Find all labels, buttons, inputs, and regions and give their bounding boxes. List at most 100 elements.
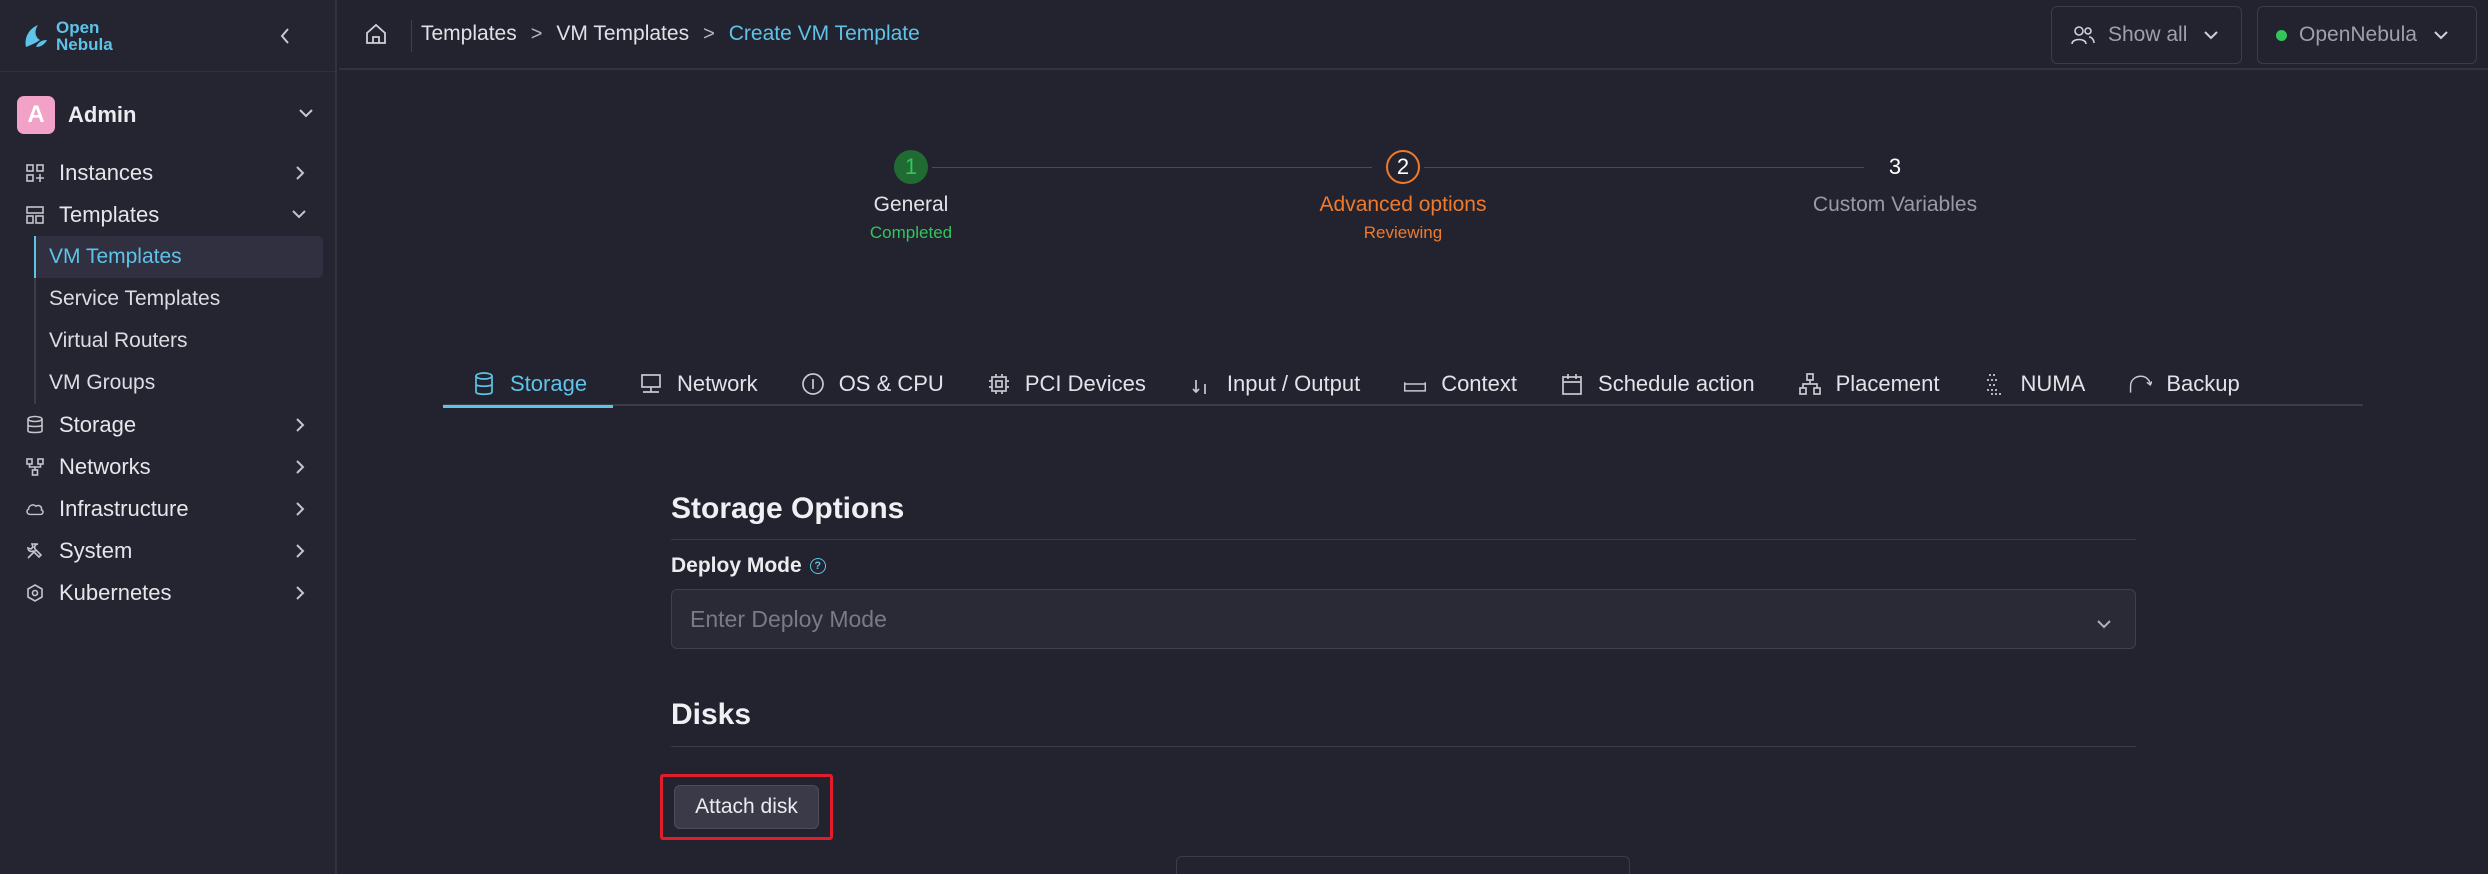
chevron-right-icon bbox=[293, 417, 307, 438]
chevron-down-icon bbox=[2095, 610, 2113, 637]
step-status: Completed bbox=[869, 223, 953, 242]
step-title: Custom Variables bbox=[1812, 193, 1978, 216]
disk-list-placeholder bbox=[1176, 856, 1630, 874]
chevron-down-icon bbox=[2433, 23, 2449, 47]
deploy-mode-select[interactable]: Enter Deploy Mode bbox=[671, 589, 2136, 649]
tab-label: Input / Output bbox=[1226, 371, 1361, 396]
collapse-sidebar-button[interactable] bbox=[271, 22, 299, 50]
sidebar-item-templates[interactable]: Templates bbox=[0, 194, 335, 236]
chevron-right-icon bbox=[293, 501, 307, 522]
tab-network[interactable]: Network bbox=[613, 362, 775, 406]
tab-label: NUMA bbox=[2020, 371, 2086, 396]
sidebar-item-label: Networks bbox=[59, 454, 151, 479]
sidebar-nav: Instances Templates VM Templates Service… bbox=[0, 152, 335, 614]
sidebar-item-networks[interactable]: Networks bbox=[0, 446, 335, 488]
advanced-options-tabs: Storage Network OS & CPU PCI Devices Inp… bbox=[443, 362, 2363, 408]
group-filter-select[interactable]: Show all bbox=[2051, 6, 2242, 64]
tab-label: Backup bbox=[2166, 371, 2240, 396]
zone-label: OpenNebula bbox=[2299, 23, 2417, 46]
monitor-network-icon bbox=[639, 372, 663, 396]
sidebar-item-infrastructure[interactable]: Infrastructure bbox=[0, 488, 335, 530]
sidebar-item-label: Infrastructure bbox=[59, 496, 189, 521]
sidebar-item-vm-groups[interactable]: VM Groups bbox=[36, 362, 323, 404]
step-custom-variables[interactable]: 3 Custom Variables bbox=[1775, 150, 2015, 217]
breadcrumb-vm-templates[interactable]: VM Templates bbox=[556, 22, 689, 46]
database-icon bbox=[472, 372, 496, 396]
step-title: Advanced options bbox=[1319, 193, 1487, 216]
step-general[interactable]: 1 General Completed bbox=[791, 150, 1031, 243]
sidebar-item-kubernetes[interactable]: Kubernetes bbox=[0, 572, 335, 614]
tab-label: OS & CPU bbox=[838, 371, 944, 396]
group-filter-label: Show all bbox=[2108, 23, 2188, 46]
tab-label: Network bbox=[677, 371, 758, 396]
user-menu[interactable]: A Admin bbox=[0, 86, 335, 144]
tab-pci-devices[interactable]: PCI Devices bbox=[961, 362, 1163, 406]
tab-numa[interactable]: NUMA bbox=[1957, 362, 2103, 406]
section-divider bbox=[671, 746, 2136, 747]
tools-icon bbox=[25, 541, 45, 561]
sidebar-item-label: Instances bbox=[59, 160, 154, 185]
zone-select[interactable]: OpenNebula bbox=[2257, 6, 2477, 64]
chevron-left-icon bbox=[280, 28, 289, 44]
breadcrumb-templates[interactable]: Templates bbox=[421, 22, 517, 46]
logo-row: Open Nebula bbox=[0, 0, 335, 72]
sidebar-item-instances[interactable]: Instances bbox=[0, 152, 335, 194]
input-output-icon bbox=[1189, 372, 1213, 396]
chevron-right-icon bbox=[293, 165, 307, 186]
tab-label: PCI Devices bbox=[1024, 371, 1146, 396]
tab-storage[interactable]: Storage bbox=[443, 362, 613, 408]
step-number: 1 bbox=[894, 150, 928, 184]
chevron-right-icon bbox=[293, 459, 307, 480]
step-title: General bbox=[873, 193, 949, 216]
deploy-mode-label-text: Deploy Mode bbox=[671, 554, 802, 577]
sidebar-item-service-templates[interactable]: Service Templates bbox=[36, 278, 323, 320]
calendar-icon bbox=[1560, 372, 1584, 396]
templates-icon bbox=[25, 205, 45, 225]
logo-text: Open Nebula bbox=[56, 19, 113, 53]
storage-options-title: Storage Options bbox=[671, 492, 905, 525]
tab-schedule-action[interactable]: Schedule action bbox=[1534, 362, 1772, 406]
tab-os-cpu[interactable]: OS & CPU bbox=[775, 362, 961, 406]
user-name: Admin bbox=[68, 102, 137, 127]
chevron-right-icon bbox=[293, 585, 307, 606]
tab-input-output[interactable]: Input / Output bbox=[1163, 362, 1377, 406]
step-number: 3 bbox=[1888, 154, 1902, 179]
breadcrumb-current: Create VM Template bbox=[728, 22, 920, 45]
sidebar-item-system[interactable]: System bbox=[0, 530, 335, 572]
chip-icon bbox=[987, 372, 1011, 396]
sidebar: Open Nebula A Admin Instances Templates bbox=[0, 0, 337, 874]
tab-placement[interactable]: Placement bbox=[1772, 362, 1957, 406]
sidebar-item-virtual-routers[interactable]: Virtual Routers bbox=[36, 320, 323, 362]
tab-label: Context bbox=[1441, 371, 1518, 396]
avatar: A bbox=[17, 96, 55, 134]
step-status: Reviewing bbox=[1363, 223, 1443, 242]
sidebar-item-storage[interactable]: Storage bbox=[0, 404, 335, 446]
tab-backup[interactable]: Backup bbox=[2102, 362, 2256, 406]
sidebar-item-vm-templates[interactable]: VM Templates bbox=[34, 236, 323, 278]
breadcrumb: Templates > VM Templates > Create VM Tem… bbox=[421, 22, 920, 46]
hierarchy-icon bbox=[1798, 372, 1822, 396]
step-advanced-options[interactable]: 2 Advanced options Reviewing bbox=[1283, 150, 1523, 243]
logo-line-2: Nebula bbox=[56, 34, 113, 54]
home-button[interactable] bbox=[363, 21, 391, 49]
kubernetes-icon bbox=[25, 583, 45, 603]
tab-label: Storage bbox=[510, 371, 588, 396]
attach-disk-button[interactable]: Attach disk bbox=[674, 785, 819, 829]
sidebar-item-label: Kubernetes bbox=[59, 580, 172, 605]
deploy-mode-label: Deploy Mode ? bbox=[671, 554, 826, 578]
network-icon bbox=[25, 457, 45, 477]
sidebar-item-label: Templates bbox=[59, 202, 160, 227]
home-icon bbox=[366, 23, 386, 44]
tab-context[interactable]: Context bbox=[1377, 362, 1534, 406]
sidebar-item-label: System bbox=[59, 538, 133, 563]
step-number: 2 bbox=[1386, 150, 1420, 184]
numa-icon bbox=[1983, 372, 2007, 396]
chevron-right-icon bbox=[293, 543, 307, 564]
backup-icon bbox=[2128, 372, 2153, 396]
help-icon[interactable]: ? bbox=[809, 558, 826, 574]
topbar: Templates > VM Templates > Create VM Tem… bbox=[339, 0, 2488, 70]
users-icon bbox=[2070, 24, 2096, 46]
cloud-icon bbox=[25, 499, 45, 519]
section-divider bbox=[671, 539, 2136, 540]
tab-label: Schedule action bbox=[1598, 371, 1755, 396]
